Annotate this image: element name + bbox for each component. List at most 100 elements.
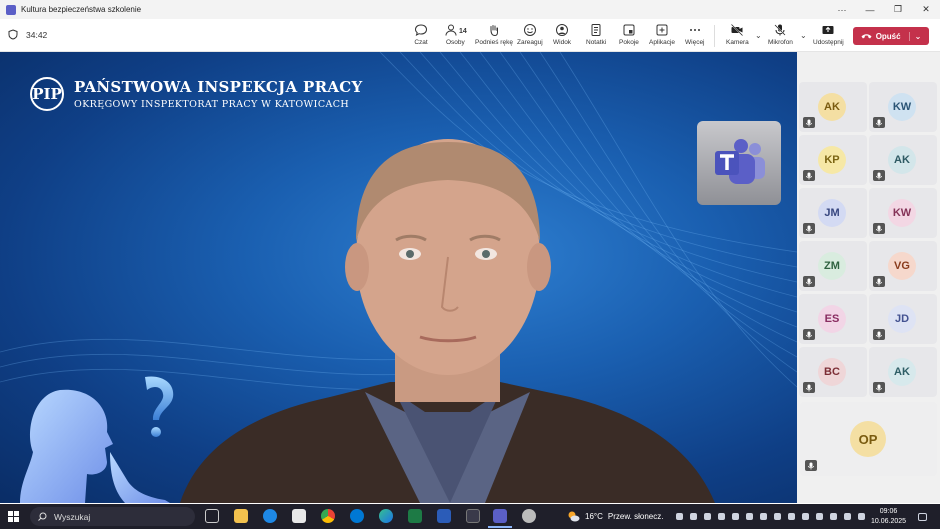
rooms-label: Pokoje — [619, 39, 639, 46]
toolbar-divider — [714, 25, 715, 47]
edge-icon[interactable] — [379, 509, 393, 523]
mic-muted-icon — [803, 170, 815, 181]
apps-button[interactable]: Aplikacje — [649, 23, 675, 46]
avatar: ES — [818, 305, 846, 333]
mic-muted-icon — [873, 117, 885, 128]
windows-taskbar: Wyszukaj 16°C Przew. słonecz. 09:06 10.0… — [0, 504, 940, 529]
thinking-person-icon — [20, 376, 174, 503]
participant-tile[interactable]: AK — [869, 135, 937, 185]
participant-tile[interactable]: KW — [869, 82, 937, 132]
participant-tile[interactable]: ES — [799, 294, 867, 344]
restore-button[interactable]: ❐ — [884, 4, 912, 15]
meeting-timer: 34:42 — [8, 29, 47, 40]
tray-icon[interactable] — [802, 513, 809, 520]
phone-hangup-icon — [861, 34, 872, 39]
leave-options-chevron-icon[interactable]: ⌄ — [908, 31, 921, 41]
react-label: Zareaguj — [517, 39, 543, 46]
notes-button[interactable]: Notatki — [586, 23, 606, 46]
chat-button[interactable]: Czat — [414, 23, 428, 46]
camera-off-icon — [731, 23, 744, 37]
participant-tile[interactable]: KP — [799, 135, 867, 185]
edge-legacy-icon[interactable] — [263, 509, 277, 523]
battery-icon[interactable] — [858, 513, 865, 520]
skype-icon[interactable] — [350, 509, 364, 523]
tray-icon[interactable] — [788, 513, 795, 520]
more-options-button[interactable]: ··· — [828, 5, 856, 15]
participant-tile[interactable]: KW — [869, 188, 937, 238]
more-icon — [689, 29, 700, 31]
avatar: JM — [818, 199, 846, 227]
app-icon[interactable] — [522, 509, 536, 523]
raise-hand-button[interactable]: Podnieś rękę — [475, 23, 513, 46]
apps-label: Aplikacje — [649, 39, 676, 46]
share-label: Udostępnij — [813, 39, 844, 46]
participant-tile[interactable]: JD — [869, 294, 937, 344]
mic-muted-icon — [803, 117, 815, 128]
rooms-button[interactable]: Pokoje — [619, 23, 639, 46]
tray-icon[interactable] — [760, 513, 767, 520]
cloud-icon[interactable] — [816, 513, 823, 520]
bluetooth-icon[interactable] — [746, 513, 753, 520]
mic-tray-icon[interactable] — [718, 513, 725, 520]
task-view-icon[interactable] — [205, 509, 219, 523]
participant-tile[interactable]: JM — [799, 188, 867, 238]
window-title: Kultura bezpieczeństwa szkolenie — [21, 5, 142, 14]
wifi-icon[interactable] — [844, 513, 851, 520]
tray-icon[interactable] — [676, 513, 683, 520]
avatar: AK — [818, 93, 846, 121]
participant-tile[interactable]: AK — [799, 82, 867, 132]
teams-taskbar-icon[interactable] — [493, 509, 507, 523]
chat-label: Czat — [414, 39, 428, 46]
notifications-icon[interactable] — [918, 513, 927, 521]
notes-label: Notatki — [586, 39, 607, 46]
camera-options-chevron-icon[interactable]: ⌄ — [755, 31, 762, 40]
store-icon[interactable] — [292, 509, 306, 523]
participant-tile[interactable]: AK — [869, 347, 937, 397]
apps-icon — [656, 24, 668, 36]
spotlight-participant-tile[interactable]: OP — [800, 402, 937, 476]
close-button[interactable]: ✕ — [912, 4, 940, 15]
avatar: VG — [888, 252, 916, 280]
clock-time: 09:06 — [879, 508, 898, 515]
excel-icon[interactable] — [408, 509, 422, 523]
volume-icon[interactable] — [704, 513, 711, 520]
participant-tile[interactable]: BC — [799, 347, 867, 397]
tray-icon[interactable] — [830, 513, 837, 520]
avatar: BC — [818, 358, 846, 386]
view-icon — [556, 24, 569, 36]
tray-icon[interactable] — [690, 513, 697, 520]
people-button[interactable]: 14 Osoby — [444, 23, 467, 46]
minimize-button[interactable]: — — [856, 5, 884, 15]
view-button[interactable]: Widok — [553, 23, 571, 46]
mic-options-chevron-icon[interactable]: ⌄ — [800, 31, 807, 40]
taskbar-clock[interactable]: 09:06 10.06.2025 — [871, 507, 906, 527]
terminal-icon[interactable] — [466, 509, 480, 523]
people-label: Osoby — [446, 39, 465, 46]
share-button[interactable]: Udostępnij — [813, 23, 844, 46]
participant-tile[interactable]: VG — [869, 241, 937, 291]
mic-muted-icon — [873, 382, 885, 393]
mic-button[interactable]: Mikrofon — [768, 23, 793, 46]
mic-muted-icon — [873, 223, 885, 234]
chrome-icon[interactable] — [321, 509, 335, 523]
leave-label: Opuść — [875, 31, 901, 41]
teams-app-icon — [6, 4, 16, 15]
more-button[interactable]: Więcej — [685, 23, 705, 46]
file-explorer-icon[interactable] — [234, 509, 248, 523]
tray-icon[interactable] — [732, 513, 739, 520]
timer-text: 34:42 — [26, 29, 48, 40]
mic-off-icon — [774, 24, 786, 36]
avatar: AK — [888, 358, 916, 386]
react-button[interactable]: Zareaguj — [517, 23, 543, 46]
camera-button[interactable]: Kamera — [726, 23, 749, 46]
tray-icon[interactable] — [774, 513, 781, 520]
leave-button[interactable]: Opuść ⌄ — [853, 27, 929, 45]
smile-icon — [523, 24, 536, 36]
windows-start-icon[interactable] — [8, 511, 19, 522]
word-icon[interactable] — [437, 509, 451, 523]
participant-tile[interactable]: ZM — [799, 241, 867, 291]
taskbar-search[interactable]: Wyszukaj — [30, 507, 195, 526]
weather-widget[interactable]: 16°C Przew. słonecz. — [567, 510, 663, 522]
weather-temp: 16°C — [585, 511, 603, 521]
avatar: ZM — [818, 252, 846, 280]
